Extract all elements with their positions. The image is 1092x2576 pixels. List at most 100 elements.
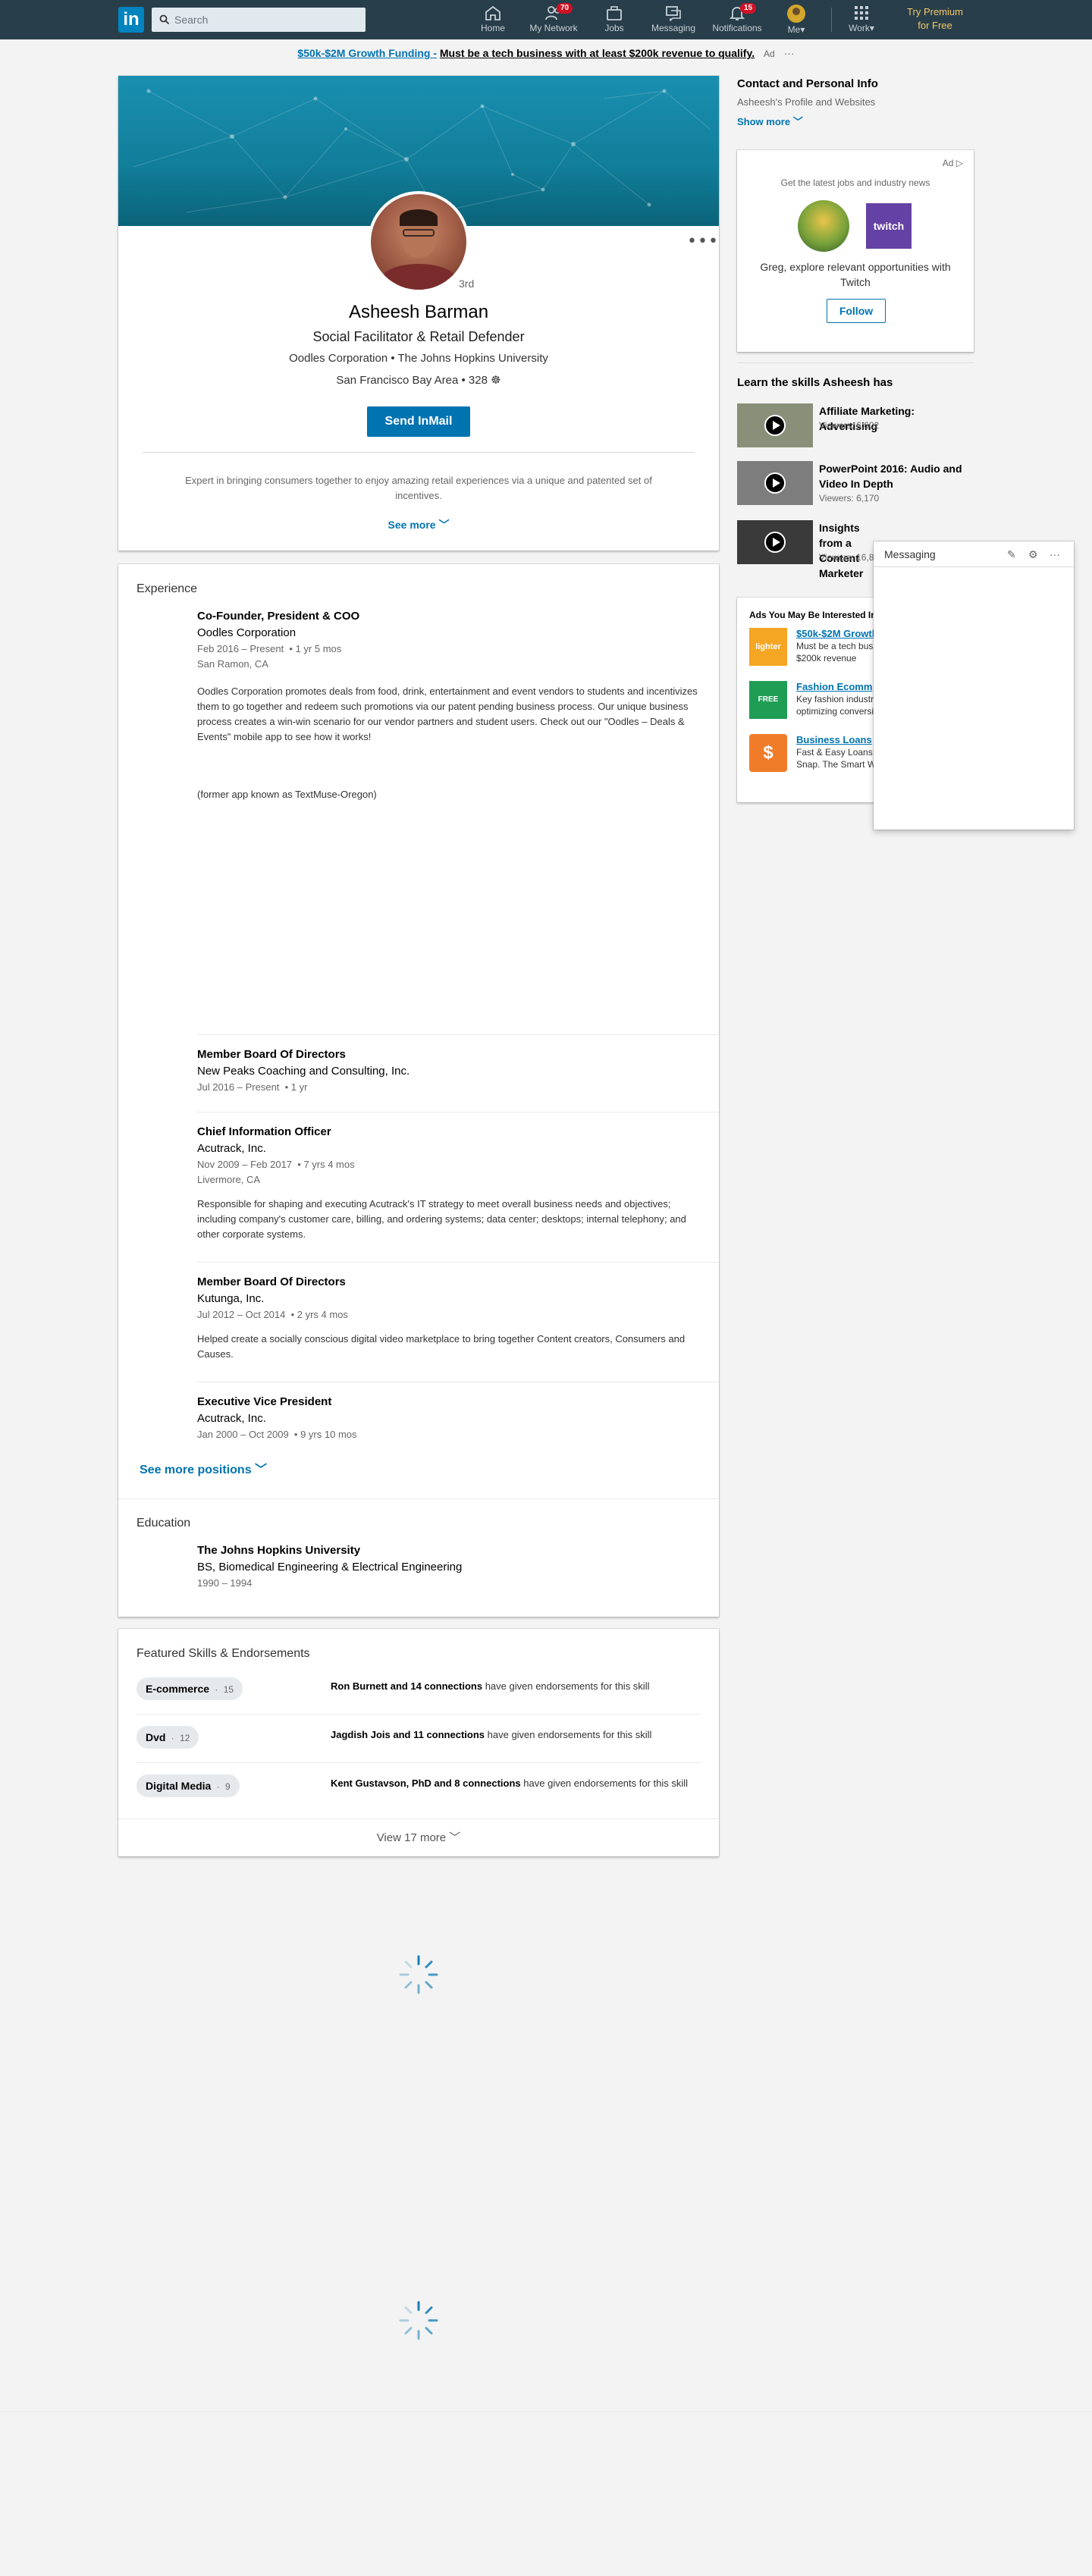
- contact-subtitle: Asheesh's Profile and Websites: [737, 96, 876, 108]
- skill-pill[interactable]: Digital Media · 9: [136, 1774, 240, 1797]
- position-duration: 2 yrs 4 mos: [297, 1309, 348, 1320]
- nav-home[interactable]: Home: [476, 5, 510, 38]
- nav-messaging[interactable]: Messaging: [646, 5, 701, 38]
- position-title: Co-Founder, President & COO: [197, 610, 360, 623]
- endorsement-text: Ron Burnett and 14 connections have give…: [331, 1679, 695, 1694]
- nav-me-label: Me: [787, 24, 801, 35]
- course-viewers: Viewers: 6,170: [819, 493, 880, 504]
- course-viewers: Viewers: 6,602: [819, 420, 880, 431]
- endorsement-text: Jagdish Jois and 11 connections have giv…: [331, 1727, 695, 1743]
- nav-my-network[interactable]: 70 My Network: [525, 3, 582, 38]
- chevron-down-icon: ﹀: [438, 519, 450, 531]
- view-more-skills-link[interactable]: View 17 more ﹀: [118, 1829, 719, 1845]
- show-more-link[interactable]: Show more ﹀: [737, 114, 878, 128]
- skill-name: Dvd: [146, 1731, 166, 1743]
- see-more-positions-label: See more positions: [140, 1464, 252, 1476]
- profile-summary: Expert in bringing consumers together to…: [185, 475, 652, 501]
- skill-pill[interactable]: E-commerce · 15: [136, 1677, 243, 1700]
- search-input[interactable]: [174, 12, 356, 27]
- ads-heading: Ads You May Be Interested In: [749, 610, 877, 620]
- view-more-label: View 17 more: [376, 1831, 447, 1844]
- lighter-capital-logo: lighter capital: [749, 628, 787, 689]
- divider: [737, 362, 974, 363]
- gear-icon[interactable]: ⚙: [1028, 548, 1038, 561]
- nav-notifications[interactable]: 15 Notifications: [708, 3, 766, 38]
- ad-banner-link[interactable]: $50k-$2M Growth Funding -: [297, 47, 437, 59]
- ad-more-icon[interactable]: ···: [784, 47, 795, 59]
- compose-icon[interactable]: ✎: [1007, 548, 1016, 561]
- education-dates: 1990 – 1994: [197, 1577, 253, 1589]
- endorsement-text: Kent Gustavson, PhD and 8 connections ha…: [331, 1776, 695, 1791]
- position-company: Acutrack, Inc.: [197, 1142, 266, 1155]
- ad-heading: Get the latest jobs and industry news: [780, 177, 930, 188]
- member-avatar: [798, 200, 849, 252]
- course-title: PowerPoint 2016: Audio and Video In Dept…: [819, 463, 962, 490]
- ad-banner-text[interactable]: Must be a tech business with at least $2…: [440, 47, 755, 59]
- profile-location: San Francisco Bay Area • 328 ☸: [336, 374, 501, 387]
- nav-jobs-label: Jobs: [604, 23, 624, 33]
- position-item[interactable]: Chief Information Officer Acutrack, Inc.…: [197, 1124, 698, 1242]
- more-icon[interactable]: ···: [1050, 548, 1060, 560]
- see-more-positions-link[interactable]: See more positions ﹀: [140, 1459, 267, 1477]
- profile-photo[interactable]: [368, 191, 469, 293]
- nav-jobs[interactable]: Jobs: [599, 5, 629, 38]
- profile-name: Asheesh Barman: [348, 302, 489, 322]
- education-degree: BS, Biomedical Engineering & Electrical …: [197, 1561, 463, 1574]
- school-name: The Johns Hopkins University: [197, 1544, 361, 1557]
- position-item[interactable]: Co-Founder, President & COO Oodles Corpo…: [197, 608, 698, 802]
- endorser-link[interactable]: Kent Gustavson, PhD and 8 connections: [331, 1777, 521, 1789]
- position-dates: Nov 2009 – Feb 2017: [197, 1159, 293, 1170]
- endorser-link[interactable]: Jagdish Jois and 11 connections: [331, 1729, 485, 1740]
- position-item[interactable]: Executive Vice President Acutrack, Inc. …: [197, 1394, 357, 1442]
- ad-tag: Ad: [764, 49, 775, 59]
- ad-tag: Ad ▷: [942, 158, 963, 168]
- divider: [143, 452, 695, 453]
- nav-notifications-label: Notifications: [712, 23, 762, 33]
- follow-button[interactable]: Follow: [827, 299, 886, 323]
- search-box[interactable]: [152, 8, 366, 32]
- premium-line-2: for Free: [918, 20, 952, 31]
- ebook-icon: FREE EBOOK: [749, 681, 787, 742]
- position-company: New Peaks Coaching and Consulting, Inc.: [197, 1065, 410, 1078]
- premium-line-1: Try Premium: [907, 6, 963, 17]
- experience-title: Experience: [136, 582, 198, 595]
- send-inmail-button[interactable]: Send InMail: [367, 406, 470, 437]
- try-premium-link[interactable]: Try Premium for Free: [889, 5, 981, 33]
- position-title: Member Board Of Directors: [197, 1275, 346, 1288]
- endorser-link[interactable]: Ron Burnett and 14 connections: [331, 1680, 482, 1692]
- position-item[interactable]: Member Board Of Directors New Peaks Coac…: [197, 1046, 410, 1095]
- profile-headline: Social Facilitator & Retail Defender: [312, 329, 525, 344]
- more-actions-icon[interactable]: •••: [687, 234, 719, 250]
- course-item[interactable]: PowerPoint 2016: Audio and Video In Dept…: [737, 461, 974, 507]
- twitch-logo[interactable]: twitch: [866, 203, 912, 249]
- nav-work-label: Work: [849, 23, 870, 33]
- see-more-link[interactable]: See more ﹀: [118, 517, 719, 532]
- divider: [136, 1714, 701, 1715]
- nav-my-network-label: My Network: [529, 23, 578, 33]
- messaging-header[interactable]: Messaging ✎ ⚙ ···: [874, 541, 1074, 567]
- position-duration: 7 yrs 4 mos: [303, 1159, 355, 1170]
- nav-me[interactable]: Me▾: [781, 5, 811, 38]
- notifications-badge: 15: [740, 3, 757, 14]
- skill-pill[interactable]: Dvd · 12: [136, 1726, 199, 1749]
- position-title: Chief Information Officer: [197, 1125, 331, 1138]
- education-title: Education: [136, 1517, 191, 1530]
- course-item[interactable]: Affiliate Marketing: Advertising Viewers…: [737, 403, 974, 449]
- see-more-label: See more: [388, 519, 436, 531]
- skill-count: 9: [225, 1781, 231, 1792]
- position-item[interactable]: Member Board Of Directors Kutunga, Inc. …: [197, 1274, 698, 1362]
- course-title: Insights from a Content Marketer: [819, 522, 864, 579]
- profile-company-school[interactable]: Oodles Corporation • The Johns Hopkins U…: [118, 352, 719, 365]
- messaging-icon: [666, 6, 681, 21]
- position-location: Livermore, CA: [197, 1174, 261, 1185]
- position-title: Executive Vice President: [197, 1395, 332, 1408]
- linkedin-logo[interactable]: in: [118, 7, 144, 33]
- play-icon: [764, 532, 786, 553]
- education-item[interactable]: The Johns Hopkins University BS, Biomedi…: [197, 1542, 462, 1591]
- adchoices-icon[interactable]: ▷: [956, 158, 963, 168]
- chevron-down-icon: ﹀: [449, 1831, 461, 1844]
- nav-work[interactable]: Work▾: [843, 5, 880, 38]
- divider: [197, 1262, 719, 1263]
- play-icon: [764, 472, 786, 494]
- experience-card: Experience Co-Founder, President & COO O…: [118, 564, 719, 1617]
